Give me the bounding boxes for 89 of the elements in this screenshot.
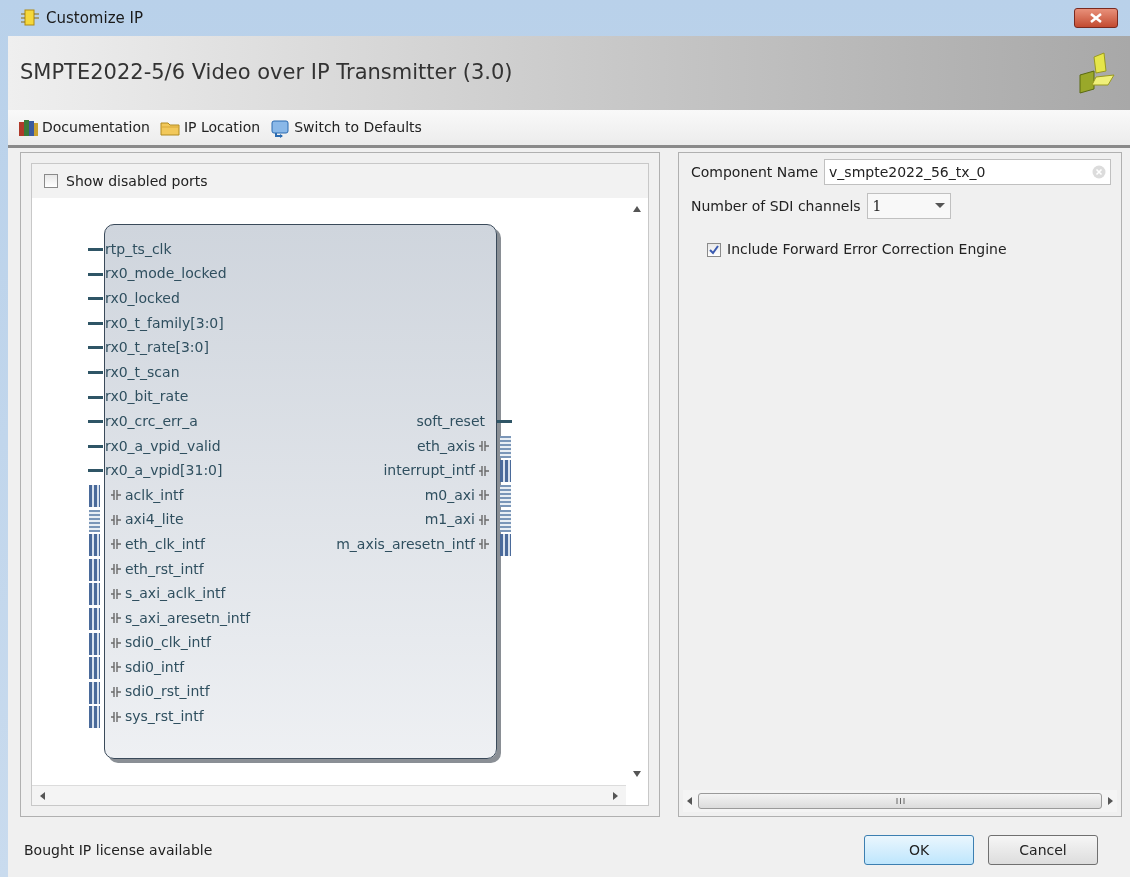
bus-port-icon (110, 636, 122, 649)
fec-checkbox[interactable] (707, 242, 721, 257)
bus-port-icon (478, 440, 490, 453)
port-label: sdi0_rst_intf (125, 682, 210, 702)
bus-port-icon (110, 686, 122, 698)
caret-icon (934, 203, 945, 209)
scroll-right-icon[interactable] (613, 791, 618, 800)
scroll-up-icon[interactable] (633, 206, 641, 212)
port-label: rx0_locked (105, 289, 180, 308)
port-label: rx0_bit_rate (105, 387, 189, 407)
scroll-down-icon[interactable] (633, 771, 641, 777)
interface-pin (89, 681, 100, 704)
interface-pin (89, 484, 100, 507)
bus-pin (500, 484, 511, 507)
port-label: sdi0_clk_intf (125, 633, 211, 653)
bus-port-icon (110, 563, 122, 575)
close-icon (1089, 13, 1103, 23)
field-label: Component Name (691, 162, 819, 182)
port-label: rx0_a_vpid_valid (105, 436, 221, 456)
bus-port-icon (110, 513, 122, 526)
interface-pin (89, 657, 100, 680)
close-button[interactable] (1074, 8, 1118, 28)
check-icon (709, 244, 719, 255)
port-label: sys_rst_intf (125, 707, 204, 727)
interface-pin (500, 534, 511, 557)
bus-port-icon (110, 661, 122, 674)
status-text: Bought IP license available (24, 840, 213, 860)
chip-icon (20, 8, 40, 28)
dialog-button[interactable]: OK (864, 835, 974, 865)
books-icon (18, 117, 38, 138)
interface-pin (89, 583, 100, 606)
port-label: eth_rst_intf (125, 559, 204, 579)
port-label: sdi0_intf (125, 657, 185, 677)
toolbar-button[interactable]: Documentation (18, 117, 154, 138)
port-label: rx0_a_vpid[31:0] (105, 461, 223, 481)
port-label: eth_clk_intf (125, 534, 205, 554)
port-label: aclk_intf (125, 485, 184, 505)
port-label: rx0_t_rate[3:0] (105, 338, 209, 358)
grip-icon (895, 798, 905, 804)
port-label: rx0_mode_locked (105, 264, 227, 284)
interface-pin (500, 460, 511, 483)
interface-pin (89, 534, 100, 557)
refresh-icon (270, 117, 291, 138)
port-label: s_axi_aclk_intf (125, 584, 226, 604)
bus-pin (500, 509, 511, 532)
port-label: soft_reset (416, 412, 485, 431)
port-label: axi4_lite (125, 510, 184, 530)
scroll-left-icon[interactable] (40, 791, 45, 800)
bus-pin (89, 509, 100, 532)
checkbox-label: Include Forward Error Correction Engine (727, 240, 1007, 259)
horizontal-scrollbar[interactable] (683, 790, 1117, 812)
port-label: rx0_crc_err_a (105, 411, 198, 431)
window-title: Customize IP (46, 7, 144, 29)
bus-port-icon (478, 464, 490, 477)
interface-pin (89, 632, 100, 655)
bus-port-icon (110, 538, 122, 551)
component-name-field[interactable]: v_smpte2022_56_tx_0 (824, 159, 1111, 185)
bus-port-icon (110, 489, 122, 502)
toolbar-button[interactable]: IP Location (159, 117, 265, 138)
port-label: eth_axis (416, 436, 475, 456)
port-label: m_axis_aresetn_intf (336, 534, 475, 554)
bus-port-icon (478, 489, 490, 502)
bus-port-icon (110, 587, 122, 600)
port-label: rx0_t_family[3:0] (105, 313, 224, 333)
port-label: m1_axi (424, 510, 475, 530)
port-label: interrupt_intf (383, 461, 475, 481)
checkbox-label: Show disabled ports (66, 171, 208, 191)
port-label: s_axi_aresetn_intf (125, 608, 251, 628)
port-label: rtp_ts_clk (105, 239, 172, 259)
bus-port-icon (478, 513, 490, 526)
bus-port-icon (110, 710, 122, 723)
bus-port-icon (110, 612, 122, 625)
interface-pin (89, 558, 100, 581)
port-label: m0_axi (424, 485, 475, 505)
toolbar-button[interactable]: Switch to Defaults (270, 117, 426, 138)
bus-pin (500, 435, 511, 458)
interface-pin (89, 706, 100, 729)
scroll-left-icon[interactable] (687, 797, 692, 805)
horizontal-scrollbar[interactable] (32, 785, 626, 805)
channels-dropdown[interactable]: 1 (866, 193, 951, 219)
bus-port-icon (478, 538, 490, 551)
port-label: rx0_t_scan (105, 362, 180, 382)
ip-title: SMPTE2022-5/6 Video over IP Transmitter (3.0) (20, 59, 513, 87)
dropdown-value: 1 (872, 196, 882, 216)
interface-pin (89, 607, 100, 630)
scroll-right-icon[interactable] (1108, 797, 1113, 805)
scroll-thumb[interactable] (698, 793, 1102, 809)
field-label: Number of SDI channels (691, 196, 861, 216)
dialog-button[interactable]: Cancel (988, 835, 1098, 865)
